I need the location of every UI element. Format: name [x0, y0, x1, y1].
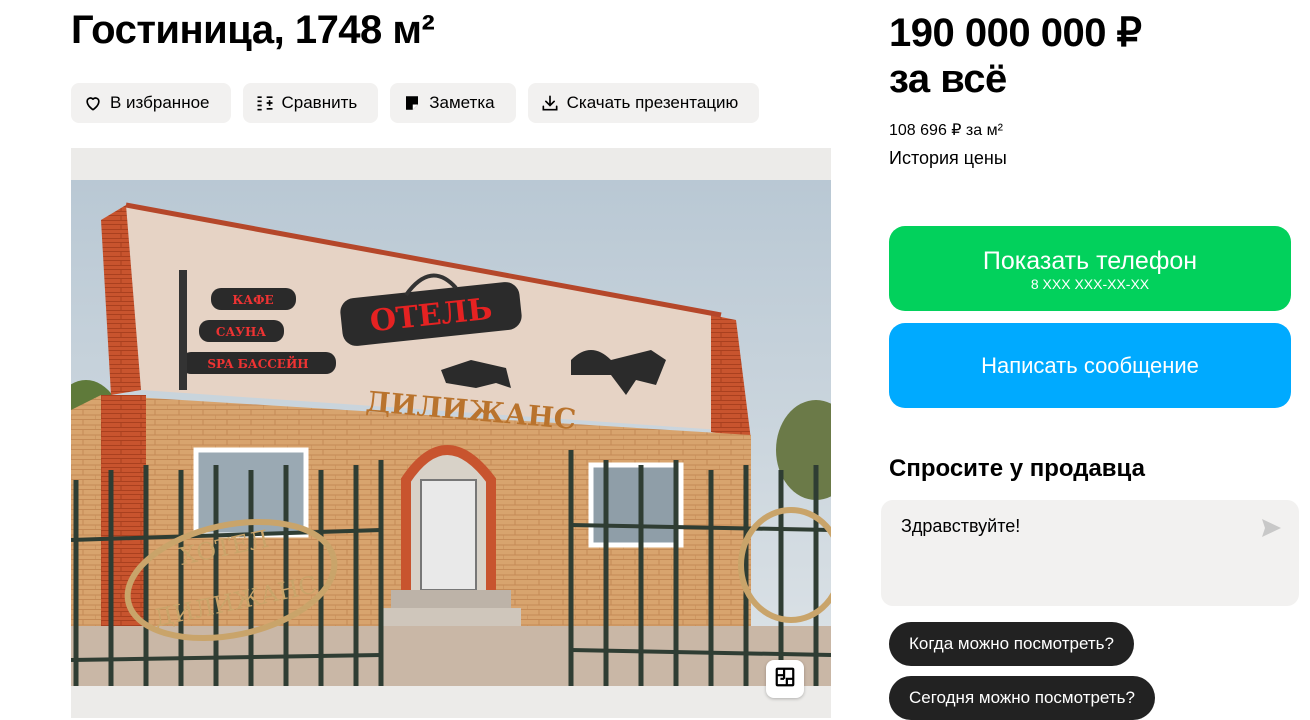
floor-plan-button[interactable]	[766, 660, 804, 698]
photo-gallery[interactable]: КАФЕ САУНА SPA БАССЕЙН ОТЕЛЬ ДИЛИЖАНС ХО…	[71, 148, 831, 718]
compare-button[interactable]: Сравнить	[242, 83, 379, 123]
suggestion-chip[interactable]: Когда можно посмотреть?	[889, 622, 1134, 666]
price-block: 190 000 000 ₽ за всё	[889, 10, 1142, 102]
note-icon	[402, 93, 422, 113]
write-message-button[interactable]: Написать сообщение	[889, 323, 1291, 408]
compare-icon	[255, 93, 275, 113]
hotel-photo: КАФЕ САУНА SPA БАССЕЙН ОТЕЛЬ ДИЛИЖАНС ХО…	[71, 180, 831, 686]
favorite-button[interactable]: В избранное	[71, 83, 231, 123]
send-icon[interactable]	[1259, 516, 1283, 540]
svg-text:SPA БАССЕЙН: SPA БАССЕЙН	[207, 355, 308, 371]
ask-seller-input[interactable]: Здравствуйте!	[881, 500, 1299, 606]
phone-mask: 8 XXX XXX-XX-XX	[1030, 275, 1150, 292]
ask-seller-text: Здравствуйте!	[901, 516, 1021, 536]
ask-seller-title: Спросите у продавца	[889, 455, 1145, 482]
note-label: Заметка	[429, 93, 495, 112]
show-phone-label: Показать телефон	[982, 246, 1198, 275]
favorite-label: В избранное	[110, 93, 210, 112]
page-title: Гостиница, 1748 м²	[71, 8, 435, 52]
download-label: Скачать презентацию	[566, 93, 739, 112]
svg-text:КАФЕ: КАФЕ	[232, 293, 273, 307]
show-phone-button[interactable]: Показать телефон 8 XXX XXX-XX-XX	[889, 226, 1291, 311]
write-message-label: Написать сообщение	[981, 352, 1199, 378]
download-presentation-button[interactable]: Скачать презентацию	[527, 83, 760, 123]
download-icon	[540, 93, 560, 113]
floor-plan-icon	[774, 666, 796, 693]
compare-label: Сравнить	[281, 93, 358, 112]
price-history-link[interactable]: История цены	[889, 148, 1007, 169]
price-suffix: за всё	[889, 57, 1007, 101]
note-button[interactable]: Заметка	[390, 83, 516, 123]
price-total: 190 000 000 ₽	[889, 11, 1142, 55]
suggestion-chip[interactable]: Сегодня можно посмотреть?	[889, 676, 1155, 720]
price-per-m2: 108 696 ₽ за м²	[889, 122, 1003, 139]
heart-icon	[83, 93, 103, 113]
action-bar: В избранное Сравнить Заметка Скачать пре…	[71, 83, 760, 123]
svg-text:САУНА: САУНА	[216, 325, 266, 339]
